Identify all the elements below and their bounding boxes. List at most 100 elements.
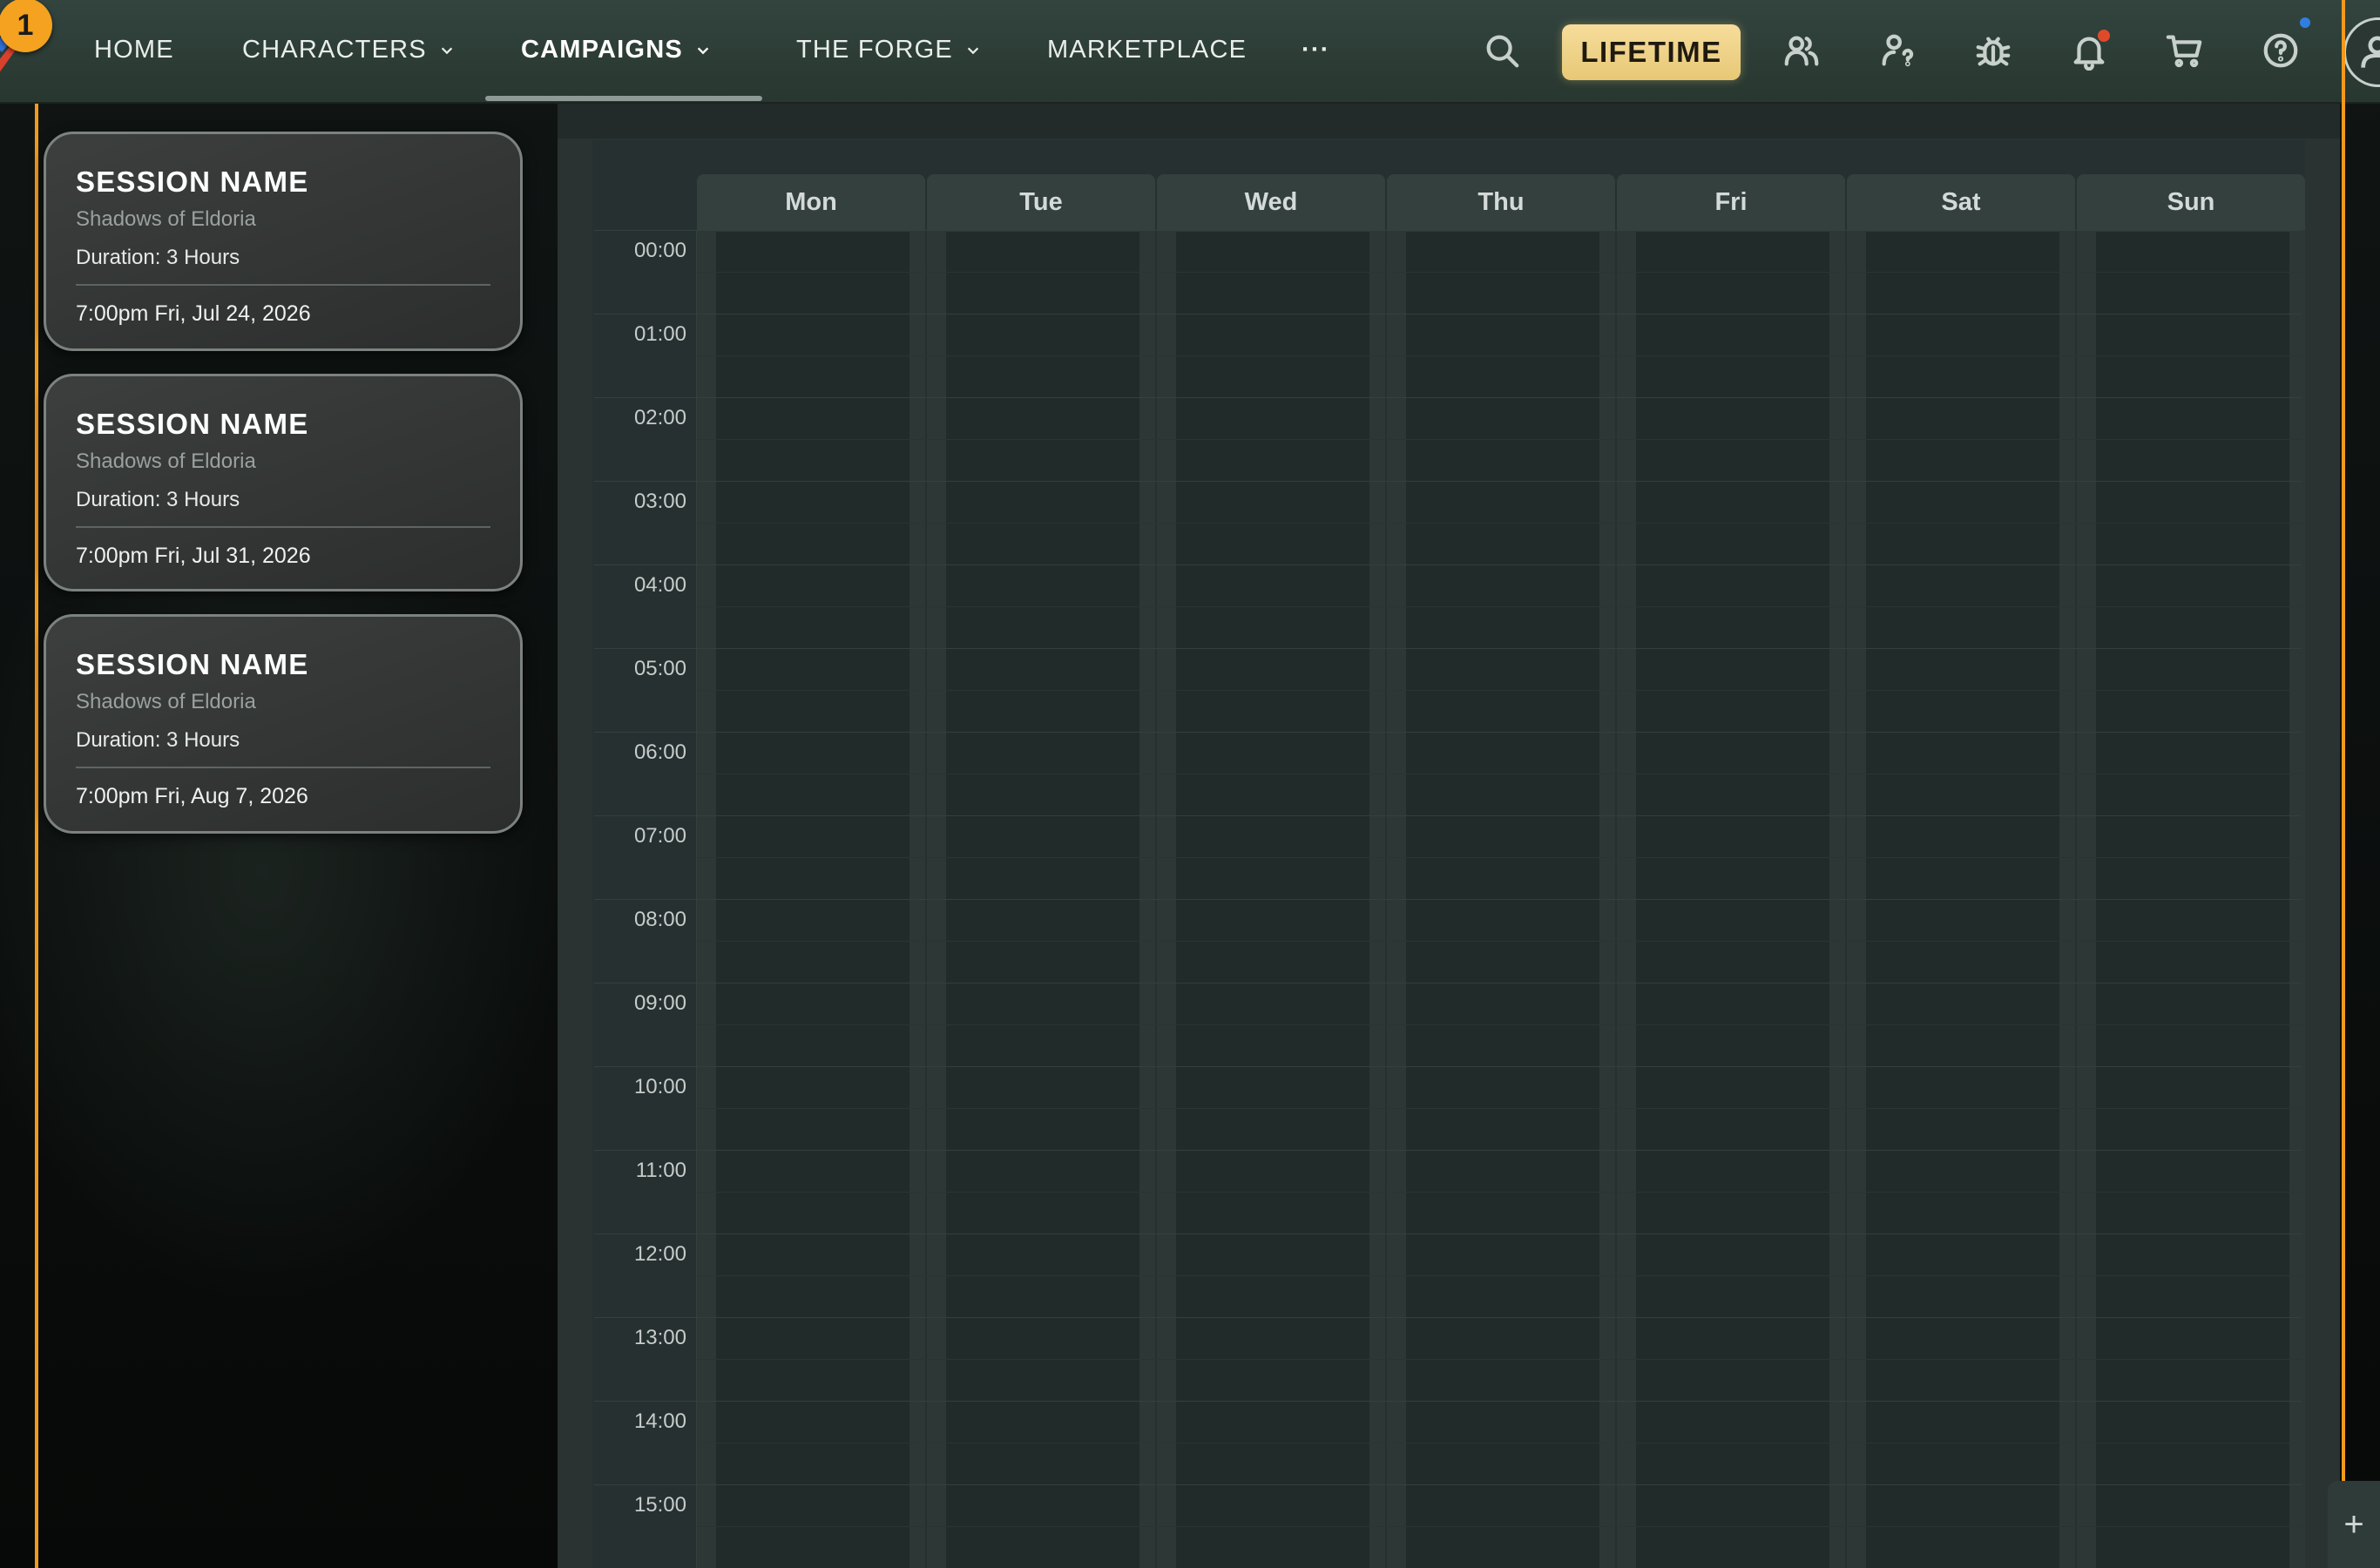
half-hour-gridline: [697, 1275, 2302, 1276]
search-button[interactable]: [1476, 24, 1528, 77]
hour-label: 10:00: [633, 1075, 686, 1098]
hour-gridline: [594, 1317, 2302, 1318]
top-nav-bar: 1 HOME CHARACTERS CAMPAIGNS THE FORGE MA…: [0, 0, 2380, 104]
hour-label: 05:00: [633, 657, 686, 680]
session-card[interactable]: SESSION NAME Shadows of Eldoria Duration…: [44, 132, 523, 351]
day-column-slot-area[interactable]: [1176, 232, 1369, 1568]
half-hour-gridline: [697, 439, 2302, 440]
session-duration: Duration: 3 Hours: [76, 246, 240, 269]
friends-button[interactable]: [1775, 24, 1828, 77]
hour-gridline: [594, 230, 2302, 231]
day-column-slot-area[interactable]: [1636, 232, 1829, 1568]
session-name: SESSION NAME: [76, 648, 309, 680]
card-divider: [76, 767, 490, 768]
day-header-mon: Mon: [697, 174, 925, 230]
half-hour-gridline: [697, 1192, 2302, 1193]
hour-gridline: [594, 1484, 2302, 1485]
day-column-slot-area[interactable]: [1406, 232, 1599, 1568]
user-help-button[interactable]: [1871, 24, 1924, 77]
hour-label: 01:00: [633, 322, 686, 346]
nav-campaigns[interactable]: CAMPAIGNS: [521, 0, 711, 100]
half-hour-gridline: [697, 606, 2302, 607]
hour-gridline: [594, 1401, 2302, 1402]
half-hour-gridline: [697, 1024, 2302, 1025]
nav-home[interactable]: HOME: [94, 0, 174, 100]
nav-marketplace[interactable]: MARKETPLACE: [1047, 0, 1247, 100]
half-hour-gridline: [697, 272, 2302, 273]
card-divider: [76, 284, 490, 286]
hour-gridline: [594, 899, 2302, 900]
cart-icon: [2166, 35, 2202, 68]
hour-label: 08:00: [633, 908, 686, 931]
more-icon: ···: [1302, 36, 1330, 64]
notifications-button[interactable]: [2063, 24, 2115, 77]
hour-gridline: [594, 1150, 2302, 1151]
nav-characters[interactable]: CHARACTERS: [242, 0, 455, 100]
card-divider: [76, 526, 490, 528]
hour-gridline: [594, 1233, 2302, 1234]
day-header-sat: Sat: [1847, 174, 2075, 230]
chevron-down-icon: [697, 46, 709, 54]
half-hour-gridline: [697, 690, 2302, 691]
session-datetime: 7:00pm Fri, Jul 31, 2026: [76, 544, 311, 568]
hour-gridline: [594, 481, 2302, 482]
half-hour-gridline: [697, 1108, 2302, 1109]
hour-gridline: [594, 815, 2302, 816]
nav-marketplace-label: MARKETPLACE: [1047, 36, 1247, 64]
session-campaign: Shadows of Eldoria: [76, 207, 256, 231]
profile-avatar[interactable]: [2343, 17, 2380, 87]
nav-the-forge[interactable]: THE FORGE: [796, 0, 981, 100]
active-tab-indicator: [485, 96, 762, 101]
help-icon: [2263, 33, 2298, 68]
nav-characters-label: CHARACTERS: [242, 36, 427, 64]
day-header-fri: Fri: [1617, 174, 1845, 230]
session-card[interactable]: SESSION NAME Shadows of Eldoria Duration…: [44, 614, 523, 834]
hour-label: 02:00: [633, 406, 686, 429]
add-session-button[interactable]: +: [2328, 1481, 2380, 1568]
day-column-slot-area[interactable]: [2096, 232, 2289, 1568]
half-hour-gridline: [697, 857, 2302, 858]
day-column-slot-area[interactable]: [716, 232, 909, 1568]
day-header-thu: Thu: [1387, 174, 1615, 230]
day-header-wed: Wed: [1157, 174, 1385, 230]
bug-icon: [1976, 37, 2011, 66]
hour-label: 00:00: [633, 239, 686, 262]
hour-label: 03:00: [633, 490, 686, 513]
session-campaign: Shadows of Eldoria: [76, 449, 256, 473]
hour-gridline: [594, 732, 2302, 733]
session-datetime: 7:00pm Fri, Aug 7, 2026: [76, 784, 308, 808]
hour-label: 07:00: [633, 824, 686, 848]
update-dot: [2300, 17, 2310, 28]
frame-border-left: [35, 104, 38, 1568]
frame-border-right: [2342, 0, 2345, 1568]
hour-gridline: [594, 648, 2302, 649]
half-hour-gridline: [697, 355, 2302, 356]
day-column-slot-area[interactable]: [946, 232, 1139, 1568]
day-header-tue: Tue: [927, 174, 1155, 230]
user-help-icon: [1882, 34, 1914, 67]
profile-icon: [2361, 36, 2380, 68]
app-logo[interactable]: 1: [0, 0, 52, 87]
hour-label: 12:00: [633, 1242, 686, 1266]
hour-gridline: [594, 564, 2302, 565]
hour-gridline: [594, 1066, 2302, 1067]
session-duration: Duration: 3 Hours: [76, 728, 240, 752]
session-name: SESSION NAME: [76, 408, 309, 440]
half-hour-gridline: [697, 1526, 2302, 1527]
nav-more[interactable]: ···: [1302, 0, 1330, 100]
hour-label: 11:00: [635, 1159, 686, 1182]
hour-label: 14:00: [633, 1409, 686, 1433]
nav-forge-label: THE FORGE: [796, 36, 953, 64]
session-card[interactable]: SESSION NAME Shadows of Eldoria Duration…: [44, 374, 523, 591]
half-hour-gridline: [697, 941, 2302, 942]
cart-button[interactable]: [2159, 24, 2211, 77]
session-datetime: 7:00pm Fri, Jul 24, 2026: [76, 301, 311, 326]
help-button[interactable]: [2255, 17, 2310, 77]
lifetime-badge[interactable]: LIFETIME: [1562, 24, 1741, 80]
day-header-sun: Sun: [2077, 174, 2305, 230]
half-hour-gridline: [697, 1359, 2302, 1360]
day-column-slot-area[interactable]: [1866, 232, 2059, 1568]
notification-dot: [2098, 30, 2110, 42]
half-hour-gridline: [697, 523, 2302, 524]
bug-report-button[interactable]: [1967, 24, 2019, 77]
